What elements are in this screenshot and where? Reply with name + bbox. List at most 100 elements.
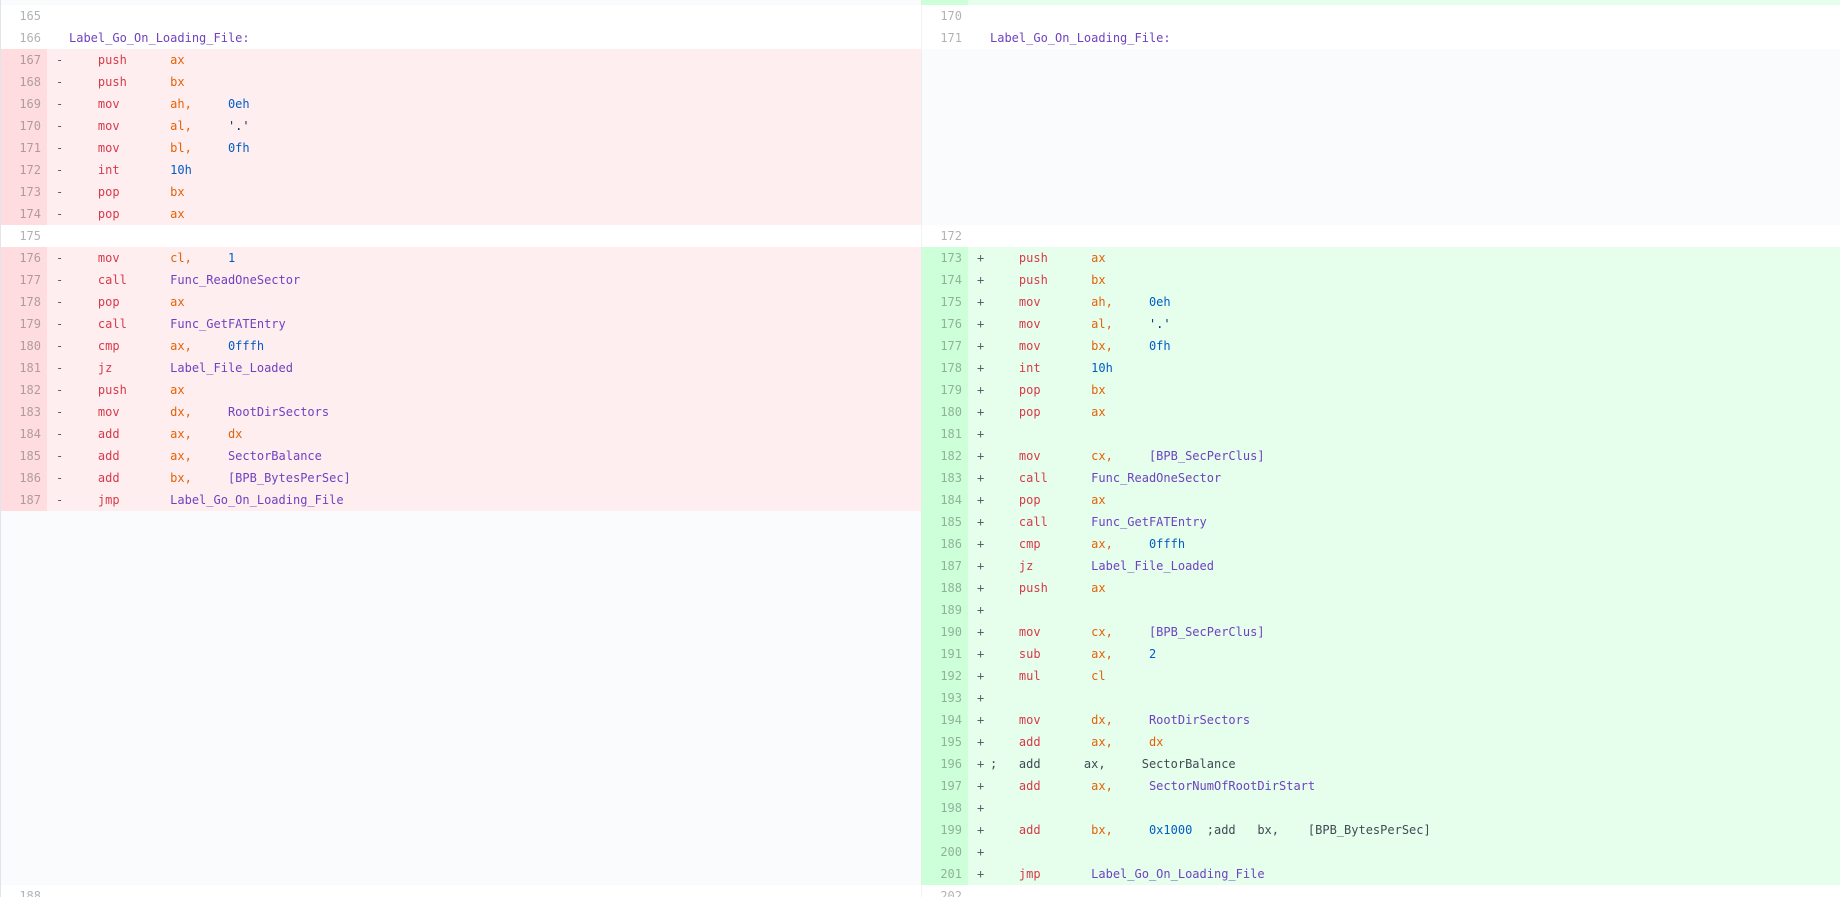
new-code-cell: 201 + jmp Label_Go_On_Loading_File xyxy=(921,863,1840,885)
old-line-number[interactable]: 176 xyxy=(1,247,47,269)
old-line-number[interactable]: 181 xyxy=(1,357,47,379)
added-marker: + xyxy=(977,669,985,683)
old-line-number[interactable]: 170 xyxy=(1,115,47,137)
new-line-number[interactable]: 175 xyxy=(922,291,968,313)
old-code-cell: 184- add ax, dx xyxy=(1,423,921,445)
new-code-cell: 183 + call Func_ReadOneSector xyxy=(921,467,1840,489)
diff-row: 171- mov bl, 0fh xyxy=(1,137,1840,159)
code-token: al, xyxy=(1040,317,1113,331)
new-line-number[interactable]: 174 xyxy=(922,269,968,291)
new-code-cell: 172 xyxy=(921,225,1840,247)
new-line-number[interactable]: 192 xyxy=(922,665,968,687)
new-line-number[interactable]: 199 xyxy=(922,819,968,841)
new-line-number[interactable]: 189 xyxy=(922,599,968,621)
new-line-number[interactable]: 181 xyxy=(922,423,968,445)
old-line-number[interactable]: 187 xyxy=(1,489,47,511)
old-code-cell: 183- mov dx, RootDirSectors xyxy=(1,401,921,423)
new-code-cell: 173 + push ax xyxy=(921,247,1840,269)
new-line-number[interactable]: 180 xyxy=(922,401,968,423)
old-line-number[interactable]: 180 xyxy=(1,335,47,357)
code-line: mov ah, 0eh xyxy=(69,93,250,115)
old-line-number[interactable]: 188 xyxy=(1,885,47,897)
new-line-number[interactable]: 184 xyxy=(922,489,968,511)
old-line-number[interactable]: 184 xyxy=(1,423,47,445)
added-marker: + xyxy=(977,361,985,375)
old-line-number[interactable]: 167 xyxy=(1,49,47,71)
new-line-number[interactable]: 170 xyxy=(922,5,968,27)
new-line-number[interactable]: 171 xyxy=(922,27,968,49)
new-line-number[interactable]: 187 xyxy=(922,555,968,577)
old-line-number[interactable]: 169 xyxy=(1,93,47,115)
diff-row: 186 + cmp ax, 0fffh xyxy=(1,533,1840,555)
old-line-number[interactable]: 172 xyxy=(1,159,47,181)
new-line-number[interactable]: 182 xyxy=(922,445,968,467)
deleted-marker: - xyxy=(56,185,64,199)
code-token: '.' xyxy=(191,119,250,133)
old-code-cell: 177- call Func_ReadOneSector xyxy=(1,269,921,291)
new-line-number[interactable]: 197 xyxy=(922,775,968,797)
code-line: mul cl xyxy=(990,665,1106,687)
old-line-number[interactable]: 182 xyxy=(1,379,47,401)
new-line-number[interactable]: 188 xyxy=(922,577,968,599)
code-token: ax, xyxy=(1041,0,1113,1)
diff-row: 177- call Func_ReadOneSector 174 + push bx xyxy=(1,269,1840,291)
new-line-number[interactable]: 196 xyxy=(922,753,968,775)
new-line-number[interactable]: 194 xyxy=(922,709,968,731)
new-line-number[interactable]: 178 xyxy=(922,357,968,379)
old-line-number[interactable]: 183 xyxy=(1,401,47,423)
diff-viewport: + mov ax, bx 165 170 166 Label_Go_On_Loading… xyxy=(0,0,1840,897)
old-line-number[interactable]: 185 xyxy=(1,445,47,467)
new-line-number[interactable]: 201 xyxy=(922,863,968,885)
new-line-number[interactable]: 190 xyxy=(922,621,968,643)
code-token: ah, xyxy=(119,97,192,111)
old-line-number[interactable]: 186 xyxy=(1,467,47,489)
new-line-number[interactable]: 193 xyxy=(922,687,968,709)
new-line-number[interactable]: 198 xyxy=(922,797,968,819)
old-code-cell xyxy=(1,643,921,665)
new-line-number[interactable]: 202 xyxy=(922,885,968,897)
added-marker: + xyxy=(977,559,985,573)
added-marker: + xyxy=(977,779,985,793)
old-line-number xyxy=(1,643,47,665)
old-line-number[interactable]: 171 xyxy=(1,137,47,159)
deleted-marker: - xyxy=(56,295,64,309)
old-line-number[interactable]: 175 xyxy=(1,225,47,247)
added-marker: + xyxy=(977,317,985,331)
new-line-number[interactable]: 200 xyxy=(922,841,968,863)
new-line-number[interactable]: 176 xyxy=(922,313,968,335)
old-line-number[interactable]: 173 xyxy=(1,181,47,203)
diff-row: 166 Label_Go_On_Loading_File: 171 Label_Go_… xyxy=(1,27,1840,49)
new-line-number[interactable]: 173 xyxy=(922,247,968,269)
code-token: push xyxy=(69,383,127,397)
old-line-number[interactable]: 177 xyxy=(1,269,47,291)
old-line-number[interactable]: 178 xyxy=(1,291,47,313)
new-line-number[interactable]: 183 xyxy=(922,467,968,489)
new-code-cell: 179 + pop bx xyxy=(921,379,1840,401)
new-code-cell: 198 + xyxy=(921,797,1840,819)
code-token: call xyxy=(69,273,127,287)
old-line-number[interactable]: 179 xyxy=(1,313,47,335)
code-token: add xyxy=(990,735,1041,749)
old-line-number[interactable]: 168 xyxy=(1,71,47,93)
code-line: pop bx xyxy=(990,379,1106,401)
added-marker: + xyxy=(977,537,985,551)
new-line-number[interactable]: 191 xyxy=(922,643,968,665)
code-line: mov al, '.' xyxy=(990,313,1171,335)
code-token: ax xyxy=(1047,581,1106,595)
old-line-number[interactable]: 166 xyxy=(1,27,47,49)
old-line-number[interactable]: 174 xyxy=(1,203,47,225)
new-line-number[interactable]: 186 xyxy=(922,533,968,555)
new-line-number[interactable]: 185 xyxy=(922,511,968,533)
new-line-number[interactable]: 172 xyxy=(922,225,968,247)
diff-row: 183- mov dx, RootDirSectors 180 + pop ax xyxy=(1,401,1840,423)
new-code-cell xyxy=(921,115,1840,137)
code-token: ax xyxy=(126,383,185,397)
new-line-number[interactable]: 177 xyxy=(922,335,968,357)
diff-row: 168- push bx xyxy=(1,71,1840,93)
code-token: mov xyxy=(69,97,120,111)
old-line-number[interactable]: 165 xyxy=(1,5,47,27)
code-token: Func_GetFATEntry xyxy=(126,317,286,331)
new-line-number[interactable]: 195 xyxy=(922,731,968,753)
code-token: dx, xyxy=(119,405,192,419)
new-line-number[interactable]: 179 xyxy=(922,379,968,401)
